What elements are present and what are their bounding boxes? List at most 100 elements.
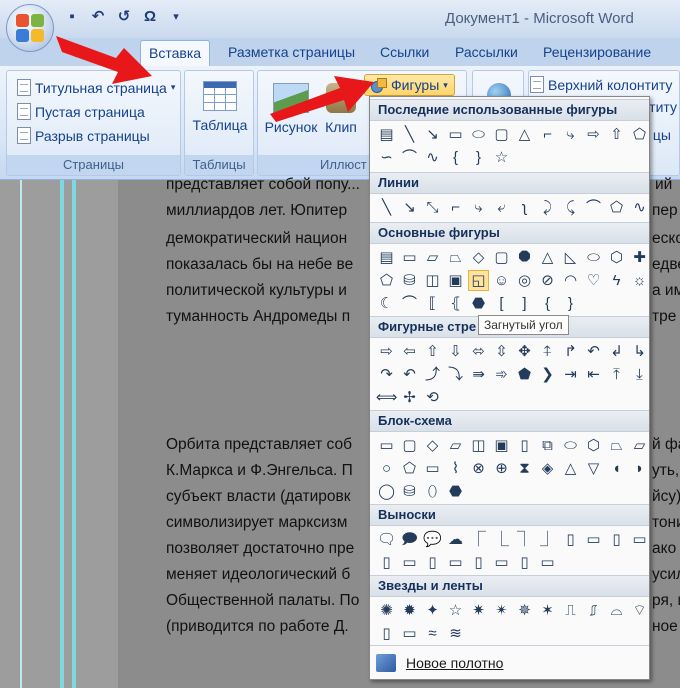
arc-shape-icon[interactable]: ⌒ [399, 293, 420, 314]
donut-shape-icon[interactable]: ◎ [514, 270, 535, 291]
up-arrow-callout-shape-icon[interactable]: ⤒ [606, 364, 627, 385]
pentagon-arrow-shape-icon[interactable]: ⬟ [514, 364, 535, 385]
or-shape-icon[interactable]: ⊕ [491, 458, 512, 479]
pentagon-shape-icon[interactable]: ⬠ [376, 270, 397, 291]
double-brace-shape-icon[interactable]: ⦃ [445, 293, 466, 314]
right-arrow-callout-shape-icon[interactable]: ⇥ [560, 364, 581, 385]
arrow-line-shape-icon[interactable]: ↘ [422, 124, 443, 145]
terminator-shape-icon[interactable]: ⬭ [560, 435, 581, 456]
rounded-callout-shape-icon[interactable]: 🗩 [399, 529, 420, 550]
parallelogram-shape-icon[interactable]: ▱ [422, 247, 443, 268]
manual-input-shape-icon[interactable]: ⏢ [606, 435, 627, 456]
notched-right-arrow-shape-icon[interactable]: ➾ [491, 364, 512, 385]
rectangle-shape-icon[interactable]: ▭ [445, 124, 466, 145]
decision-shape-icon[interactable]: ◇ [422, 435, 443, 456]
predefined-process-shape-icon[interactable]: ◫ [468, 435, 489, 456]
down-arrow-callout-shape-icon[interactable]: ⤓ [629, 364, 650, 385]
left-right-callout-shape-icon[interactable]: ⟺ [376, 387, 398, 408]
cube-shape-icon[interactable]: ◫ [422, 270, 443, 291]
elbow-arrow-shape-icon[interactable]: ⤷ [468, 197, 489, 218]
star-shape-icon[interactable]: ☆ [491, 147, 512, 168]
data-shape-icon[interactable]: ▱ [445, 435, 466, 456]
star16-shape-icon[interactable]: ✴ [491, 600, 512, 621]
elbow-double-arrow-shape-icon[interactable]: ⤶ [491, 197, 512, 218]
customize-icon[interactable]: ▾ [166, 6, 186, 26]
line-callout-6-shape-icon[interactable]: ▭ [583, 529, 604, 550]
left-right-up-arrow-shape-icon[interactable]: ⍏ [537, 341, 558, 362]
extract-shape-icon[interactable]: △ [560, 458, 581, 479]
freeform-shape-icon[interactable]: ⬠ [606, 197, 627, 218]
no-symbol-shape-icon[interactable]: ⊘ [537, 270, 558, 291]
elbow-connector-shape-icon[interactable]: ⌐ [537, 124, 558, 145]
explosion1-shape-icon[interactable]: ✺ [376, 600, 397, 621]
offpage-connector-shape-icon[interactable]: ⬠ [399, 458, 420, 479]
left-right-arrow-shape-icon[interactable]: ⬄ [468, 341, 489, 362]
redo-icon[interactable]: ↺ [114, 6, 134, 26]
line-callout-4-shape-icon[interactable]: ⏌ [537, 529, 558, 550]
curved-down-arrow-shape-icon[interactable]: ⤵ [445, 364, 466, 385]
diamond-shape-icon[interactable]: ◇ [468, 247, 489, 268]
tab-mailings[interactable]: Рассылки [455, 44, 518, 60]
delay-shape-icon[interactable]: ◗ [629, 458, 650, 479]
border-callout-4-shape-icon[interactable]: ▭ [537, 552, 558, 573]
curved-double-arrow-shape-icon[interactable]: ⤹ [560, 197, 581, 218]
quad-arrow-shape-icon[interactable]: ✥ [514, 341, 535, 362]
border-callout-1-shape-icon[interactable]: ▯ [468, 552, 489, 573]
table-button[interactable]: Таблица [191, 81, 249, 133]
curve-shape-icon[interactable]: ∽ [376, 147, 397, 168]
vertical-scroll-shape-icon[interactable]: ▯ [376, 623, 397, 644]
blank-page-button[interactable]: Пустая страница [17, 103, 145, 120]
triangle-shape-icon[interactable]: △ [514, 124, 535, 145]
lightning-shape-icon[interactable]: ϟ [606, 270, 627, 291]
tab-review[interactable]: Рецензирование [543, 44, 651, 60]
wave-shape-icon[interactable]: ≈ [422, 623, 443, 644]
double-bracket-shape-icon[interactable]: ⟦ [422, 293, 443, 314]
process-shape-icon[interactable]: ▭ [376, 435, 397, 456]
hexagon-shape-icon[interactable]: ⬡ [606, 247, 627, 268]
border-callout-2-shape-icon[interactable]: ▭ [491, 552, 512, 573]
down-arrow-shape-icon[interactable]: ⇩ [445, 341, 466, 362]
line-callout-7-shape-icon[interactable]: ▯ [606, 529, 627, 550]
merge-shape-icon[interactable]: ▽ [583, 458, 604, 479]
display-shape-icon[interactable]: ⬣ [445, 481, 466, 502]
scribble-shape-icon[interactable]: ∿ [629, 197, 650, 218]
circular-arrow-shape-icon[interactable]: ⟲ [422, 387, 443, 408]
down-ribbon-shape-icon[interactable]: ⎎ [583, 600, 604, 621]
stored-data-shape-icon[interactable]: ◖ [606, 458, 627, 479]
elbow-connector-shape-icon[interactable]: ⌐ [445, 197, 466, 218]
oval-callout-shape-icon[interactable]: 💬 [422, 529, 443, 550]
right-triangle-shape-icon[interactable]: ◺ [560, 247, 581, 268]
left-arrow-shape-icon[interactable]: ⇦ [399, 341, 420, 362]
page-break-button[interactable]: Разрыв страницы [17, 127, 150, 144]
header-button[interactable]: Верхний колонтиту [530, 76, 672, 93]
curved-arrow-shape-icon[interactable]: ⤸ [537, 197, 558, 218]
explosion2-shape-icon[interactable]: ✹ [399, 600, 420, 621]
curved-connector-shape-icon[interactable]: ʅ [514, 197, 535, 218]
tab-page-layout[interactable]: Разметка страницы [228, 44, 355, 60]
manual-operation-shape-icon[interactable]: ⏥ [629, 435, 650, 456]
curved-left-arrow-shape-icon[interactable]: ↶ [399, 364, 420, 385]
curved-up-ribbon-shape-icon[interactable]: ⌓ [606, 600, 627, 621]
can-shape-icon[interactable]: ⛁ [399, 270, 420, 291]
horizontal-scroll-shape-icon[interactable]: ▭ [399, 623, 420, 644]
border-callout-3-shape-icon[interactable]: ▯ [514, 552, 535, 573]
striped-right-arrow-shape-icon[interactable]: ⇛ [468, 364, 489, 385]
textbox-shape-icon[interactable]: ▤ [376, 247, 397, 268]
card-shape-icon[interactable]: ▭ [422, 458, 443, 479]
trapezoid-shape-icon[interactable]: ⏢ [445, 247, 466, 268]
curved-down-ribbon-shape-icon[interactable]: ⌔ [629, 600, 650, 621]
left-bracket-shape-icon[interactable]: [ [491, 293, 512, 314]
arc-shape-icon[interactable]: ⌒ [399, 147, 420, 168]
line-callout-2-shape-icon[interactable]: ⎿ [491, 529, 512, 550]
right-arrow-shape-icon[interactable]: ⇨ [583, 124, 604, 145]
chevron-shape-icon[interactable]: ❯ [537, 364, 558, 385]
rect-callout-shape-icon[interactable]: 🗨 [376, 529, 397, 550]
magnetic-disk-shape-icon[interactable]: ⛁ [399, 481, 420, 502]
rounded-rect-shape-icon[interactable]: ▢ [491, 124, 512, 145]
arrow-line-shape-icon[interactable]: ↘ [399, 197, 420, 218]
moon-shape-icon[interactable]: ☾ [376, 293, 397, 314]
double-arrow-shape-icon[interactable]: ⤡ [422, 197, 443, 218]
office-button[interactable] [6, 4, 54, 52]
summing-junction-shape-icon[interactable]: ⊗ [468, 458, 489, 479]
textbox-shape-icon[interactable]: ▤ [376, 124, 397, 145]
